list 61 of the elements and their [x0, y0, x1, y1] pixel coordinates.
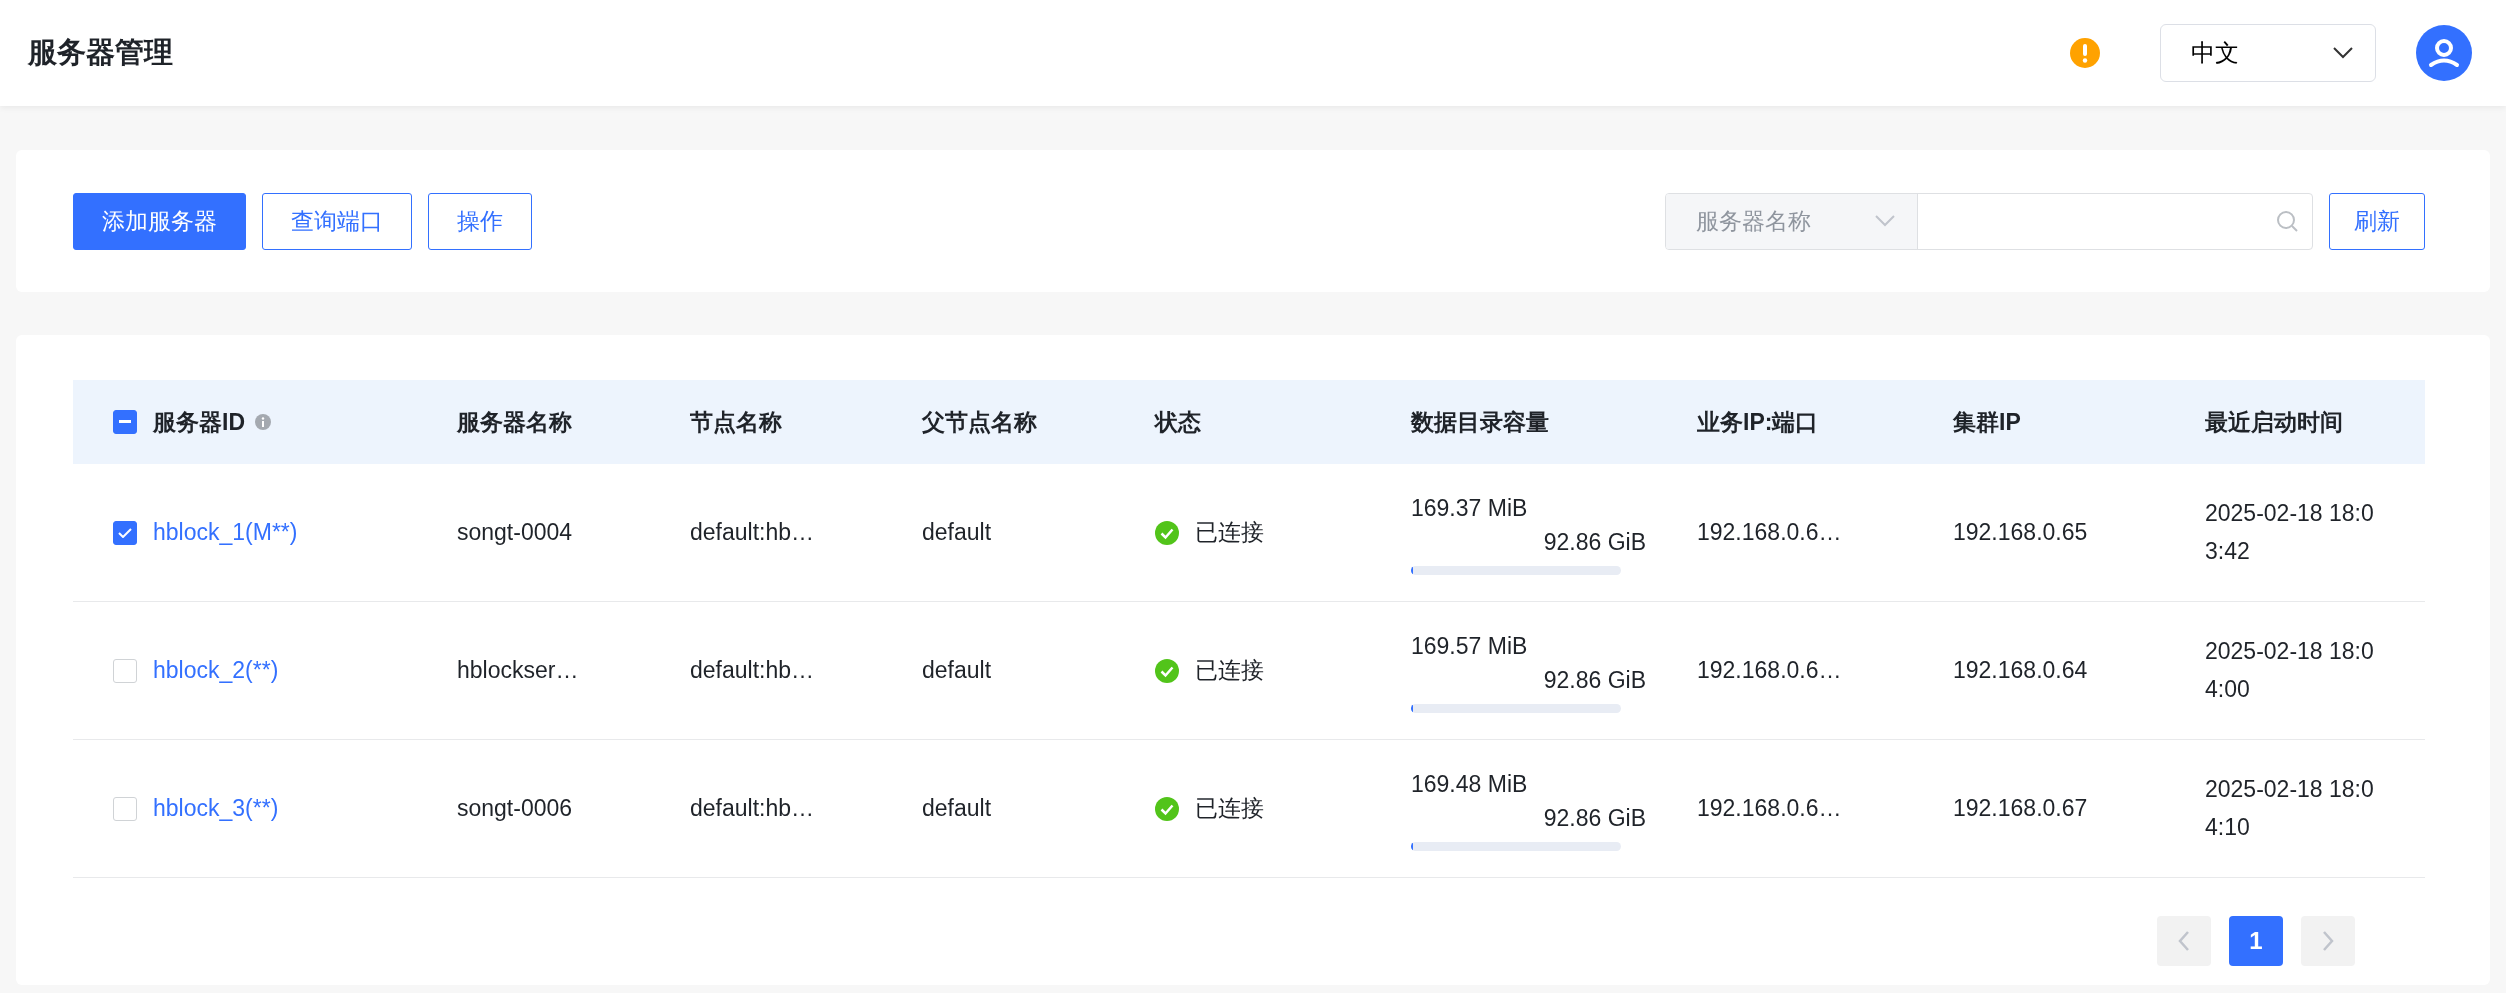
column-header: 状态	[1155, 407, 1201, 437]
table-cell-text: songt-0006	[457, 794, 573, 824]
warning-icon[interactable]	[2070, 38, 2100, 68]
column-header: 服务器名称	[457, 407, 572, 437]
select-all-checkbox[interactable]	[113, 410, 137, 434]
server-id-link[interactable]: hblock_3(**)	[153, 791, 279, 826]
used-capacity: 169.48 MiB	[1411, 769, 1528, 799]
table-cell-text: 2025-02-18 18:03:42	[2205, 498, 2375, 566]
check-circle-icon	[1155, 520, 1179, 545]
chevron-right-icon	[2322, 931, 2334, 951]
used-capacity: 169.37 MiB	[1411, 493, 1528, 523]
column-header: 父节点名称	[922, 407, 1037, 437]
table-cell-text: 192.168.0.6…	[1697, 794, 1842, 824]
toolbar-button[interactable]: 操作	[428, 192, 532, 250]
table-cell-text: 192.168.0.6…	[1697, 518, 1842, 548]
refresh-button[interactable]: 刷新	[2329, 192, 2425, 250]
chevron-down-icon	[1875, 215, 1895, 227]
table-cell-text: default:hb…	[690, 518, 815, 548]
table-cell-text: songt-0004	[457, 518, 573, 548]
table-cell-text: 2025-02-18 18:04:10	[2205, 774, 2375, 842]
column-header: 集群IP	[1953, 407, 2021, 437]
server-id-link[interactable]: hblock_2(**)	[153, 653, 279, 688]
page-button[interactable]: 1	[2229, 916, 2283, 966]
status-text: 已连接	[1195, 656, 1264, 686]
chevron-left-icon	[2178, 931, 2190, 951]
table-cell-text: default	[922, 656, 992, 686]
language-select[interactable]: 中文	[2160, 24, 2376, 82]
column-header: 业务IP:端口	[1697, 407, 1819, 437]
column-header: 数据目录容量	[1411, 407, 1549, 437]
table-cell-text: default:hb…	[690, 794, 815, 824]
server-id-link[interactable]: hblock_1(M**)	[153, 515, 298, 550]
column-header: 最近启动时间	[2205, 407, 2343, 437]
check-circle-icon	[1155, 658, 1179, 683]
table-cell-text: default:hb…	[690, 656, 815, 686]
total-capacity: 92.86 GiB	[1543, 804, 1646, 833]
table-cell-text: default	[922, 794, 992, 824]
search-icon	[2276, 210, 2298, 232]
table-cell-text: 192.168.0.67	[1953, 794, 2088, 824]
table-cell-text: 192.168.0.6…	[1697, 656, 1842, 686]
table-cell-text: 2025-02-18 18:04:00	[2205, 636, 2375, 704]
page-title: 服务器管理	[28, 35, 173, 71]
status-text: 已连接	[1195, 518, 1264, 548]
chevron-down-icon	[2333, 47, 2353, 59]
toolbar-button[interactable]: 添加服务器	[73, 192, 246, 250]
table-cell-text: 192.168.0.65	[1953, 518, 2088, 548]
check-circle-icon	[1155, 796, 1179, 821]
user-avatar-icon[interactable]	[2416, 25, 2472, 81]
table-cell-text: hblockser…	[457, 656, 579, 686]
toolbar-button[interactable]: 查询端口	[262, 192, 412, 250]
column-header: 节点名称	[690, 407, 782, 437]
table-cell-text: 192.168.0.64	[1953, 656, 2088, 686]
search-field[interactable]: 服务器名称	[1665, 192, 2313, 250]
total-capacity: 92.86 GiB	[1543, 666, 1646, 695]
table-cell-text: default	[922, 518, 992, 548]
total-capacity: 92.86 GiB	[1543, 528, 1646, 557]
minus-icon	[119, 420, 131, 424]
used-capacity: 169.57 MiB	[1411, 631, 1528, 661]
checkmark-icon	[118, 527, 132, 538]
status-text: 已连接	[1195, 794, 1264, 824]
column-header: 服务器ID	[153, 407, 245, 437]
row-checkbox[interactable]	[113, 520, 137, 545]
